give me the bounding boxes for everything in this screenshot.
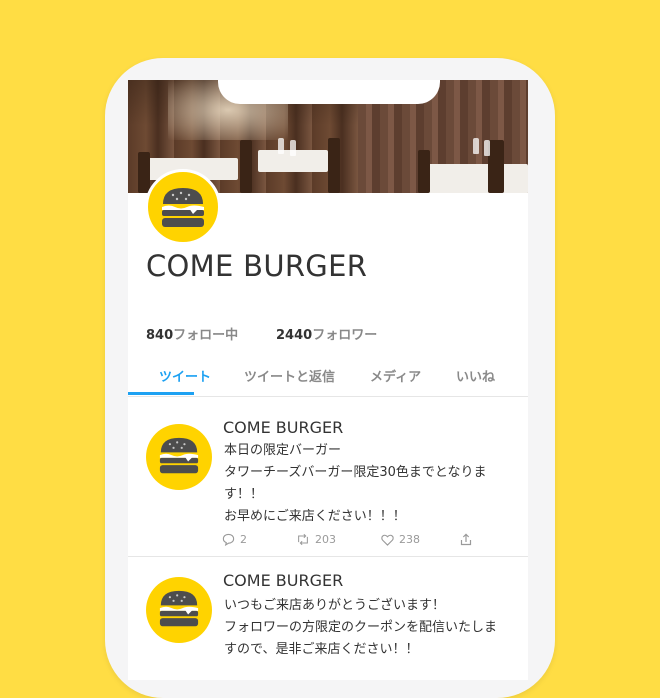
tweet-author[interactable]: COME BURGER: [223, 418, 343, 437]
share-icon: [460, 533, 472, 546]
reply-icon: [222, 533, 235, 546]
burger-icon: [159, 437, 199, 474]
tweet-avatar[interactable]: [146, 577, 212, 643]
like-count: 238: [399, 533, 420, 546]
tab-divider: [128, 396, 528, 397]
profile-name: COME BURGER: [146, 249, 368, 283]
tab-likes[interactable]: いいね: [456, 366, 495, 385]
tweet-text: 本日の限定バーガー タワーチーズバーガー限定30色までとなります！！ お早めにご…: [224, 443, 487, 524]
burger-icon: [162, 188, 204, 227]
tab-tweets[interactable]: ツイート: [159, 366, 211, 385]
following-stat[interactable]: 840フォロー中: [146, 324, 238, 343]
tweet-avatar[interactable]: [146, 424, 212, 490]
followers-stat[interactable]: 2440フォロワー: [276, 324, 377, 343]
phone-notch: [218, 80, 440, 104]
tweet-author[interactable]: COME BURGER: [223, 571, 343, 590]
followers-label: フォロワー: [312, 328, 378, 343]
retweet-button[interactable]: 203: [296, 533, 336, 546]
tweet-text: いつもご来店ありがとうございます！ フォロワーの方限定のクーポンを配信いたします…: [224, 598, 498, 657]
retweet-count: 203: [315, 533, 336, 546]
tab-tweets-and-replies[interactable]: ツイートと返信: [244, 366, 335, 385]
followers-count: 2440: [276, 328, 313, 343]
burger-icon: [159, 590, 199, 627]
share-button[interactable]: [460, 533, 472, 546]
reply-count: 2: [240, 533, 247, 546]
retweet-icon: [298, 533, 308, 546]
heart-icon: [381, 534, 394, 546]
reply-button[interactable]: 2: [222, 533, 247, 546]
like-button[interactable]: 238: [381, 533, 420, 546]
following-label: フォロー中: [173, 328, 239, 343]
tweet-divider: [128, 556, 528, 557]
profile-avatar[interactable]: [145, 169, 221, 245]
tab-media[interactable]: メディア: [370, 366, 421, 385]
active-tab-indicator: [128, 392, 194, 395]
following-count: 840: [146, 328, 174, 343]
